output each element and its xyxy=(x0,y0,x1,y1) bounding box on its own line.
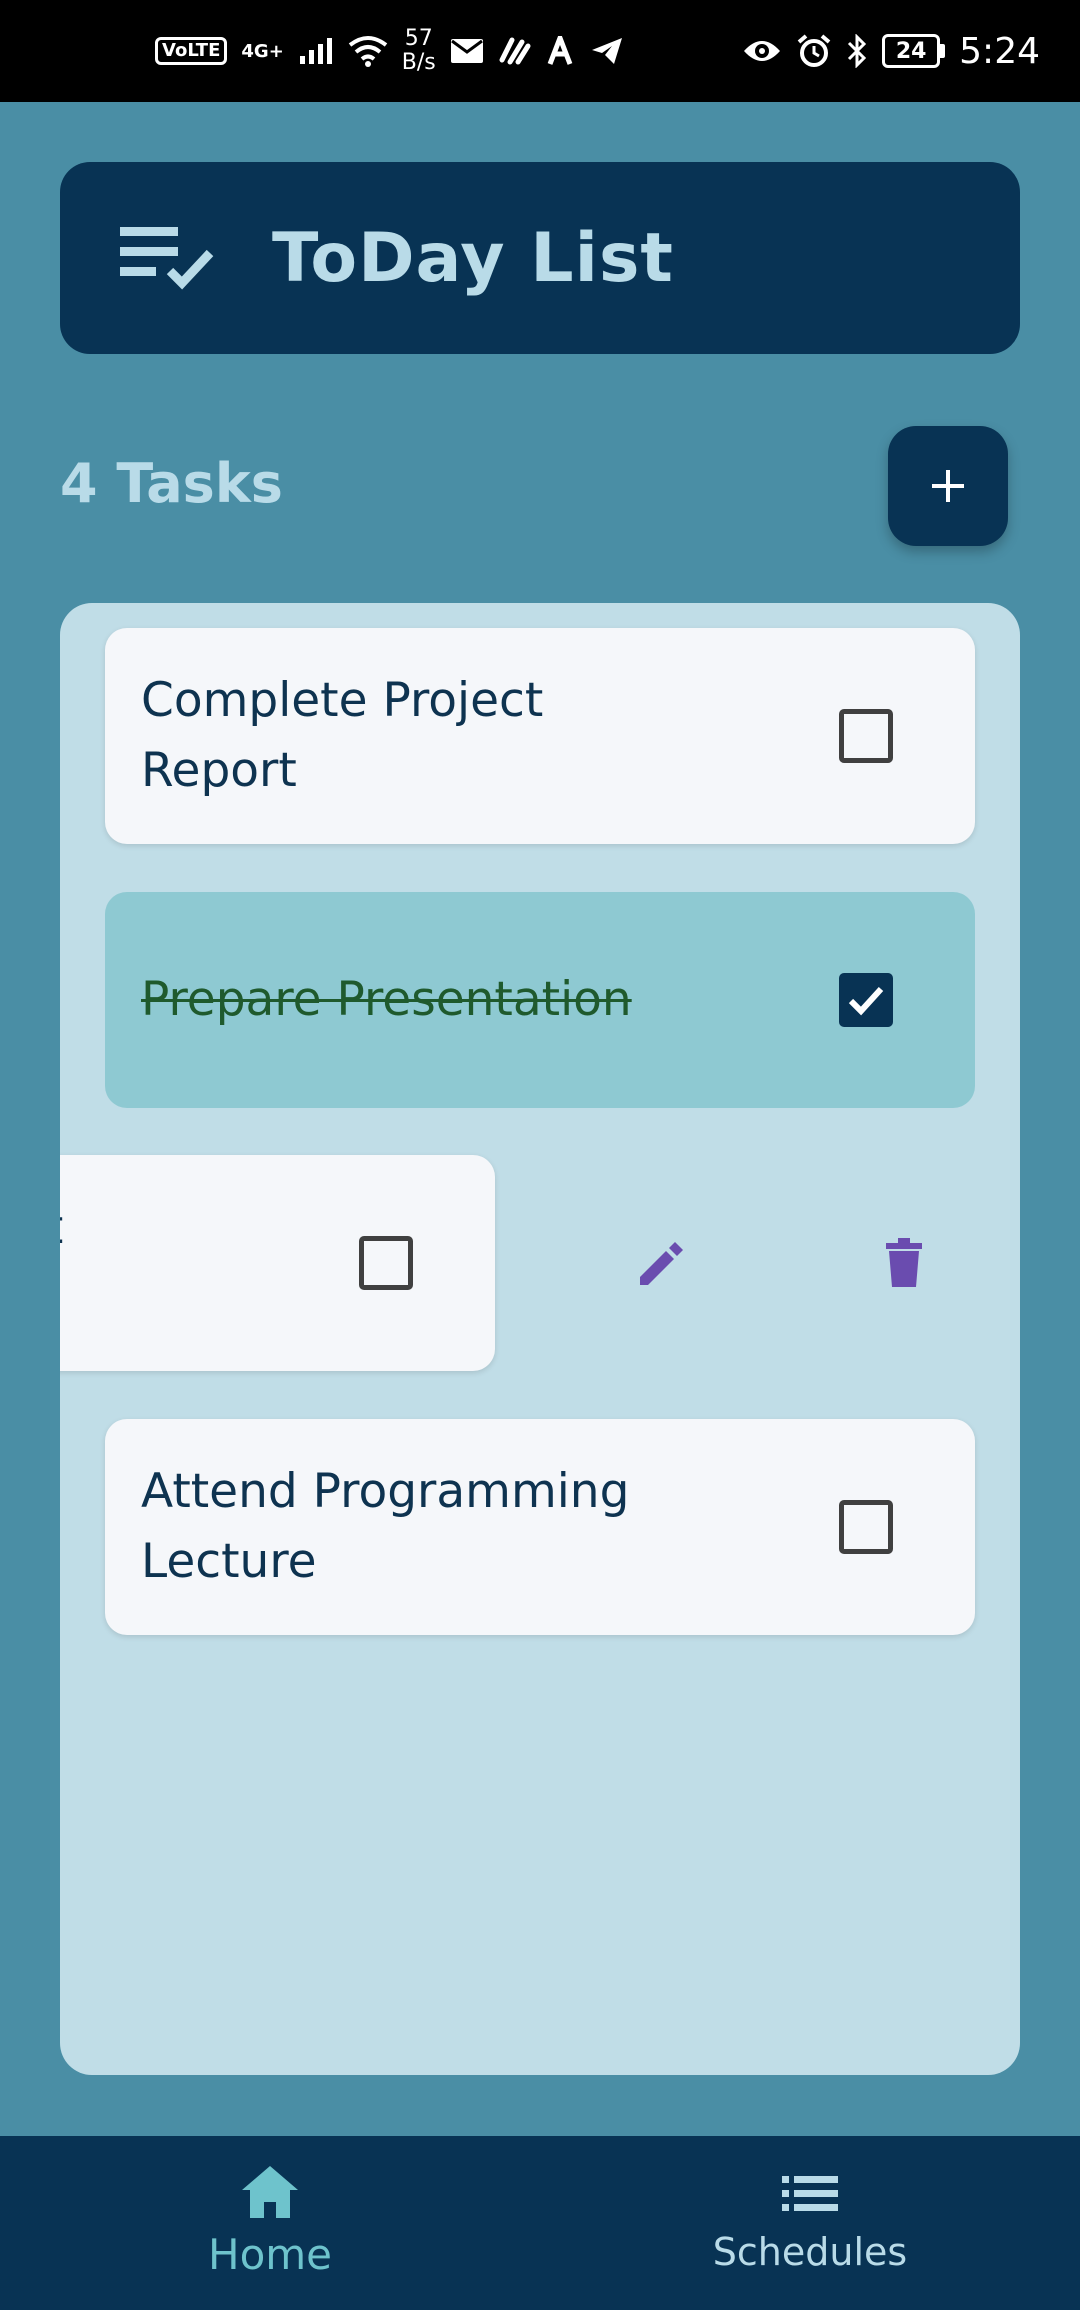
nav-home[interactable]: Home xyxy=(170,2136,370,2310)
check-icon xyxy=(848,986,884,1016)
battery-nub xyxy=(940,44,946,58)
eye-icon xyxy=(744,41,781,61)
bluetooth-icon xyxy=(848,34,867,68)
status-bar: VoLTE 4G+ 57 B/s 24 5:24 xyxy=(0,0,1080,102)
text-notification-icon xyxy=(547,36,573,65)
task-label: Prepare Presentation xyxy=(141,972,632,1027)
task-count: 4 Tasks xyxy=(60,452,283,515)
add-task-button[interactable] xyxy=(888,426,1008,546)
status-left: VoLTE 4G+ 57 B/s xyxy=(155,27,624,75)
task-item[interactable]: Attend Programming Lecture xyxy=(105,1419,975,1635)
checklist-icon xyxy=(120,227,214,290)
task-item-completed[interactable]: Prepare Presentation xyxy=(105,892,975,1108)
task-checkbox[interactable] xyxy=(839,1500,893,1554)
task-checkbox[interactable] xyxy=(359,1236,413,1290)
task-label: Complete Project Report xyxy=(60,1193,221,1333)
nav-schedules-label: Schedules xyxy=(712,2230,908,2274)
list-icon xyxy=(782,2176,838,2211)
plus-icon xyxy=(932,470,964,502)
status-right: 24 5:24 xyxy=(742,31,1040,72)
speed-value: 57 xyxy=(404,26,433,51)
task-label: Complete Project Report xyxy=(141,673,544,798)
network-type: 4G+ xyxy=(241,40,284,62)
volte-indicator: VoLTE xyxy=(155,37,228,65)
app-header: ToDay List xyxy=(60,162,1020,354)
alarm-icon xyxy=(797,34,831,67)
bottom-navigation: Home Schedules xyxy=(0,2136,1080,2310)
task-item-swiped[interactable]: Complete Project Report xyxy=(60,1155,495,1371)
task-label: Attend Programming Lecture xyxy=(141,1464,630,1589)
home-icon xyxy=(242,2166,298,2218)
telegram-icon xyxy=(591,38,622,64)
app-notification-icon xyxy=(499,37,531,65)
app-title: ToDay List xyxy=(272,218,674,298)
signal-icon xyxy=(299,38,332,64)
mail-icon xyxy=(450,39,483,63)
nav-home-label: Home xyxy=(207,2230,333,2279)
wifi-icon xyxy=(348,36,388,67)
battery-icon: 24 xyxy=(882,34,946,68)
battery-level: 24 xyxy=(882,34,941,68)
speed-unit: B/s xyxy=(401,50,436,75)
network-speed: 57 B/s xyxy=(402,27,436,75)
task-checkbox[interactable] xyxy=(839,709,893,763)
task-checkbox-checked[interactable] xyxy=(839,973,893,1027)
clock: 5:24 xyxy=(959,30,1040,72)
task-list[interactable]: Complete Project Report Prepare Presenta… xyxy=(60,603,1020,2075)
pencil-icon[interactable] xyxy=(634,1235,690,1291)
task-item[interactable]: Complete Project Report xyxy=(105,628,975,844)
trash-icon[interactable] xyxy=(876,1235,932,1291)
nav-schedules[interactable]: Schedules xyxy=(700,2136,920,2310)
